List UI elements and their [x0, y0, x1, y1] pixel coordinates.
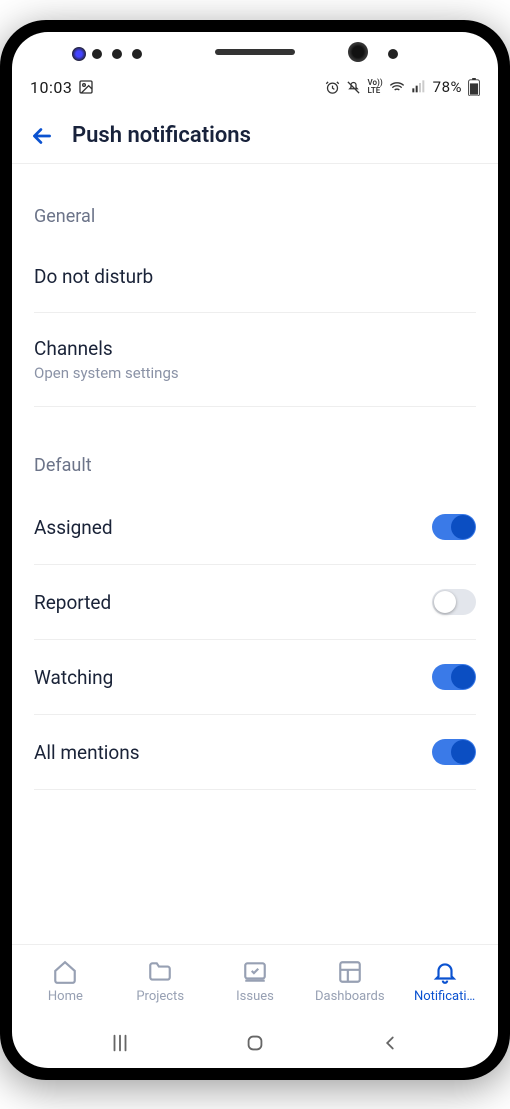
nav-dashboards[interactable]: Dashboards — [302, 959, 397, 1004]
bell-icon — [432, 959, 458, 985]
status-time: 10:03 — [30, 78, 72, 97]
row-label: Assigned — [34, 516, 113, 539]
toggle-reported[interactable] — [432, 589, 476, 615]
row-label: Channels — [34, 337, 179, 360]
back-button[interactable] — [26, 120, 58, 152]
page-title: Push notifications — [72, 123, 251, 148]
row-label: Do not disturb — [34, 265, 153, 288]
row-label: Reported — [34, 591, 111, 614]
volte-icon: Vo))LTE — [367, 79, 382, 95]
image-icon — [78, 79, 94, 95]
status-bar: 10:03 Vo))LTE 78% — [12, 58, 498, 108]
system-nav-bar — [12, 1018, 498, 1068]
battery-icon — [468, 78, 480, 96]
app-bar: Push notifications — [12, 108, 498, 164]
toggle-assigned[interactable] — [432, 514, 476, 540]
issues-icon — [242, 959, 268, 985]
nav-label: Projects — [136, 989, 184, 1004]
bottom-nav: Home Projects Issues Dashboards Notifica… — [12, 944, 498, 1018]
phone-frame: 10:03 Vo))LTE 78% — [0, 20, 510, 1080]
nav-label: Home — [48, 989, 83, 1004]
row-all-mentions[interactable]: All mentions — [34, 715, 476, 790]
toggle-all-mentions[interactable] — [432, 739, 476, 765]
wifi-icon — [389, 79, 405, 95]
nav-issues[interactable]: Issues — [208, 959, 303, 1004]
nav-label: Dashboards — [315, 989, 385, 1004]
row-do-not-disturb[interactable]: Do not disturb — [34, 241, 476, 313]
dashboard-icon — [337, 959, 363, 985]
home-button[interactable] — [235, 1023, 275, 1063]
alarm-icon — [325, 80, 340, 95]
toggle-watching[interactable] — [432, 664, 476, 690]
row-channels[interactable]: Channels Open system settings — [34, 313, 476, 407]
nav-label: Issues — [236, 989, 274, 1004]
battery-percent: 78% — [433, 78, 462, 96]
row-label: Watching — [34, 666, 113, 689]
row-assigned[interactable]: Assigned — [34, 490, 476, 565]
row-watching[interactable]: Watching — [34, 640, 476, 715]
nav-home[interactable]: Home — [18, 959, 113, 1004]
nav-label: Notificati… — [414, 989, 475, 1004]
section-header-general: General — [34, 206, 476, 227]
section-header-default: Default — [34, 455, 476, 476]
sys-back-button[interactable] — [370, 1023, 410, 1063]
recents-button[interactable] — [100, 1023, 140, 1063]
nav-notifications[interactable]: Notificati… — [397, 959, 492, 1004]
row-reported[interactable]: Reported — [34, 565, 476, 640]
nav-projects[interactable]: Projects — [113, 959, 208, 1004]
folder-icon — [147, 959, 173, 985]
signal-icon — [411, 79, 427, 95]
row-subtitle: Open system settings — [34, 364, 179, 382]
vibrate-icon — [346, 80, 361, 95]
home-icon — [52, 959, 78, 985]
row-label: All mentions — [34, 741, 140, 764]
phone-screen: 10:03 Vo))LTE 78% — [12, 32, 498, 1068]
settings-list[interactable]: General Do not disturb Channels Open sys… — [12, 164, 498, 944]
